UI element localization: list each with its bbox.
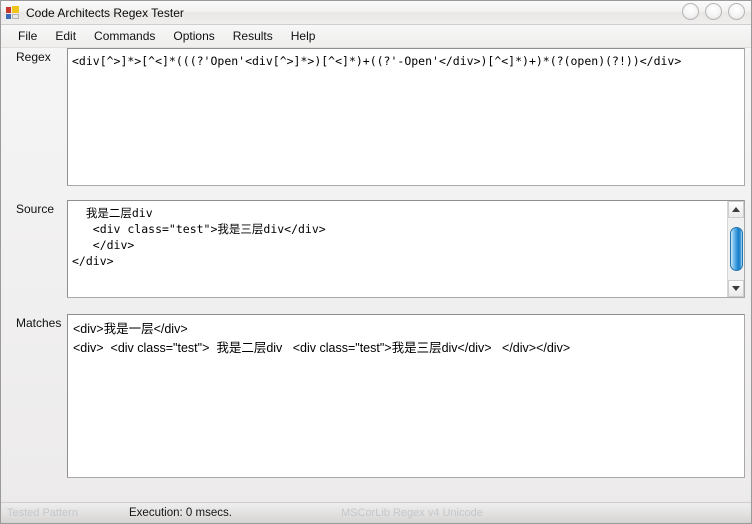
- app-icon: [5, 5, 21, 21]
- menu-bar: File Edit Commands Options Results Help: [1, 25, 751, 48]
- matches-label: Matches: [16, 316, 62, 330]
- main-content: Regex <div[^>]*>[^<]*(((?'Open'<div[^>]*…: [1, 48, 751, 502]
- source-input[interactable]: 我是二层div <div class="test">我是三层div</div> …: [67, 200, 745, 298]
- maximize-button[interactable]: [705, 3, 722, 20]
- close-button[interactable]: [728, 3, 745, 20]
- status-bar: Tested Pattern Execution: 0 msecs. MSCor…: [1, 502, 751, 523]
- minimize-button[interactable]: [682, 3, 699, 20]
- status-execution-time: Execution: 0 msecs.: [129, 507, 232, 519]
- scroll-down-arrow-icon[interactable]: [728, 280, 744, 297]
- source-scrollbar[interactable]: [727, 201, 744, 297]
- menu-item-edit[interactable]: Edit: [46, 27, 85, 45]
- source-value: 我是二层div <div class="test">我是三层div</div> …: [72, 206, 326, 268]
- regex-label: Regex: [16, 50, 51, 64]
- regex-input[interactable]: <div[^>]*>[^<]*(((?'Open'<div[^>]*>)[^<]…: [67, 48, 745, 186]
- menu-item-commands[interactable]: Commands: [85, 27, 164, 45]
- matches-value: <div>我是一层</div> <div> <div class="test">…: [73, 322, 571, 355]
- source-label: Source: [16, 202, 55, 216]
- regex-row: Regex <div[^>]*>[^<]*(((?'Open'<div[^>]*…: [1, 48, 751, 186]
- source-row: Source 我是二层div <div class="test">我是三层div…: [1, 200, 751, 298]
- matches-output[interactable]: <div>我是一层</div> <div> <div class="test">…: [67, 314, 745, 478]
- menu-item-help[interactable]: Help: [282, 27, 325, 45]
- title-bar: Code Architects Regex Tester: [1, 1, 751, 25]
- status-engine-info: MSCorLib Regex v4 Unicode: [341, 507, 483, 519]
- scroll-thumb[interactable]: [730, 227, 743, 271]
- window-title: Code Architects Regex Tester: [26, 5, 184, 20]
- matches-row: Matches <div>我是一层</div> <div> <div class…: [1, 314, 751, 478]
- regex-value: <div[^>]*>[^<]*(((?'Open'<div[^>]*>)[^<]…: [72, 54, 682, 68]
- status-tested-pattern: Tested Pattern: [7, 507, 78, 519]
- menu-item-options[interactable]: Options: [164, 27, 223, 45]
- application-window: Code Architects Regex Tester File Edit C…: [0, 0, 752, 524]
- window-controls: [682, 3, 745, 20]
- scroll-up-arrow-icon[interactable]: [728, 201, 744, 218]
- menu-item-results[interactable]: Results: [224, 27, 282, 45]
- menu-item-file[interactable]: File: [9, 27, 46, 45]
